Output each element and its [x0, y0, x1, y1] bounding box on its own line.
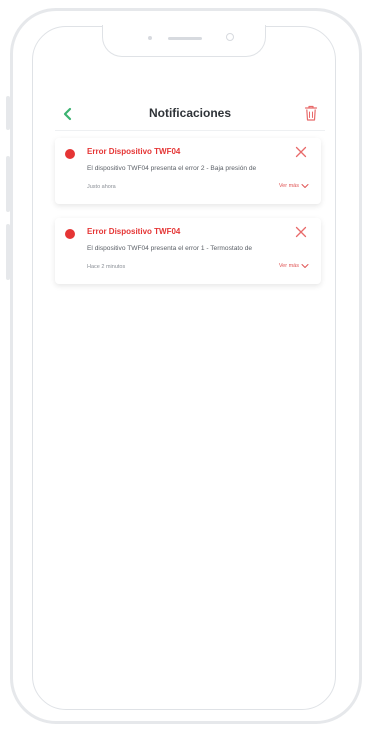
notification-list: Error Dispositivo TWF04 El dispositivo T… [55, 138, 321, 298]
close-icon[interactable] [295, 226, 307, 238]
notification-time: Hace 2 minutos [87, 264, 126, 270]
notification-title: Error Dispositivo TWF04 [87, 147, 181, 156]
volume-up-button [6, 156, 10, 212]
chevron-down-icon [301, 264, 309, 268]
see-more-link[interactable]: Ver más [279, 263, 309, 269]
chevron-down-icon [301, 184, 309, 188]
notification-body: El dispositivo TWF04 presenta el error 1… [87, 245, 253, 252]
see-more-label: Ver más [278, 263, 299, 269]
notification-time: Justo ahora [87, 184, 116, 190]
speaker-grille [168, 37, 202, 40]
page-title: Notificaciones [148, 106, 232, 120]
error-status-dot [65, 149, 75, 159]
side-button [6, 96, 10, 130]
notification-body: El dispositivo TWF04 presenta el error 2… [87, 165, 257, 172]
error-status-dot [65, 229, 75, 239]
close-icon[interactable] [295, 146, 307, 158]
app-header: Notificaciones [55, 100, 325, 131]
see-more-label: Ver más [278, 183, 299, 189]
notification-card[interactable]: Error Dispositivo TWF04 El dispositivo T… [55, 138, 321, 204]
phone-notch [102, 25, 266, 57]
trash-icon[interactable] [303, 104, 319, 122]
sensor-dot [148, 36, 152, 40]
volume-down-button [6, 224, 10, 280]
notification-card[interactable]: Error Dispositivo TWF04 El dispositivo T… [55, 218, 321, 284]
screen: Notificaciones Error Dispositivo TWF04 E… [0, 0, 368, 733]
front-camera [226, 33, 234, 41]
see-more-link[interactable]: Ver más [279, 183, 309, 189]
notification-title: Error Dispositivo TWF04 [87, 227, 181, 236]
